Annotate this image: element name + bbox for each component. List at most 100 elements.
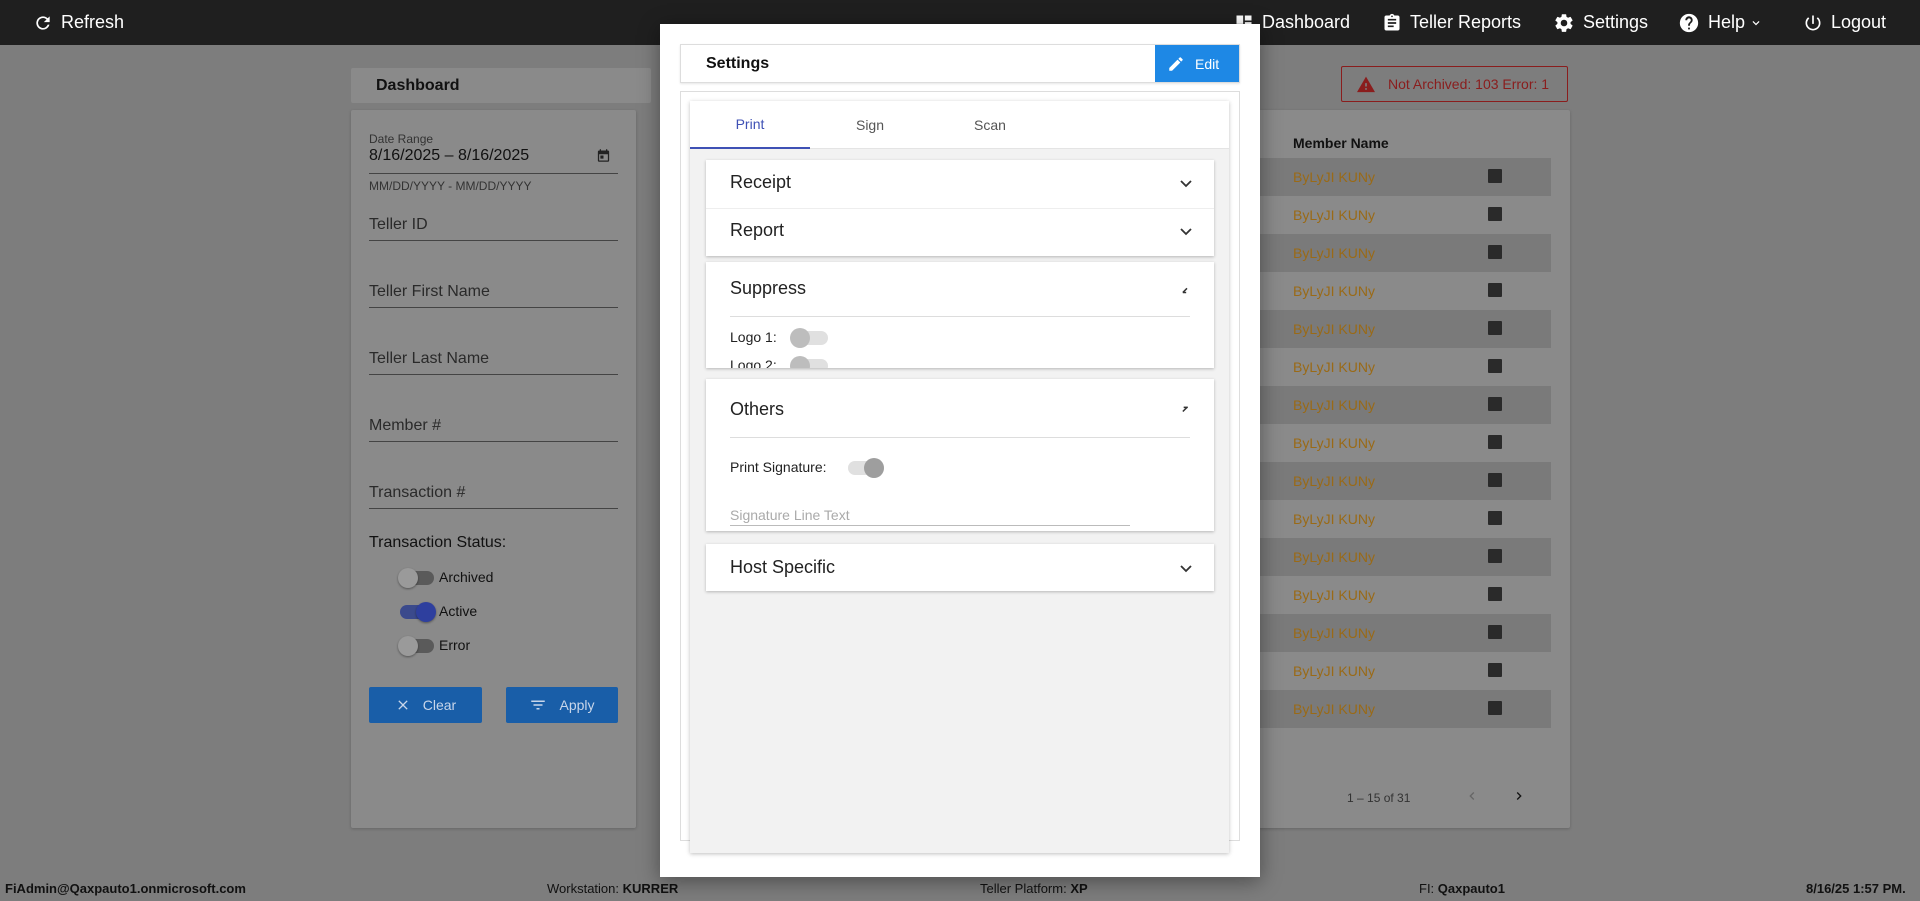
chevron-down-icon[interactable] — [1180, 565, 1192, 573]
logout-button[interactable]: Logout — [1803, 0, 1886, 45]
table-row[interactable]: ByLyJI KUNy — [1258, 196, 1551, 234]
calendar-icon[interactable] — [596, 148, 611, 163]
previous-page-icon[interactable] — [1464, 788, 1480, 804]
logo1-toggle[interactable] — [790, 328, 828, 348]
chevron-up-icon[interactable] — [1182, 405, 1192, 413]
note-icon[interactable] — [1488, 663, 1502, 677]
note-icon[interactable] — [1488, 169, 1502, 183]
workstation-label: Workstation: — [547, 881, 620, 896]
date-range-input[interactable]: 8/16/2025 – 8/16/2025 — [369, 147, 529, 165]
power-icon — [1805, 15, 1821, 30]
nav-settings[interactable]: Settings — [1553, 0, 1648, 45]
panel-divider — [706, 208, 1214, 209]
member-name-cell[interactable]: ByLyJI KUNy — [1293, 701, 1375, 717]
host-specific-header[interactable]: Host Specific — [730, 557, 835, 578]
suppress-header[interactable]: Suppress — [730, 278, 806, 299]
others-header[interactable]: Others — [730, 399, 784, 420]
table-row[interactable]: ByLyJI KUNy — [1258, 348, 1551, 386]
table-row[interactable]: ByLyJI KUNy — [1258, 424, 1551, 462]
table-row[interactable]: ByLyJI KUNy — [1258, 652, 1551, 690]
print-signature-toggle[interactable] — [848, 458, 884, 478]
note-icon[interactable] — [1488, 397, 1502, 411]
note-icon[interactable] — [1488, 283, 1502, 297]
table-row[interactable]: ByLyJI KUNy — [1258, 690, 1551, 728]
note-icon[interactable] — [1488, 473, 1502, 487]
chevron-up-icon[interactable] — [1182, 286, 1192, 294]
transaction-number-input[interactable]: Transaction # — [369, 484, 465, 502]
note-icon[interactable] — [1488, 245, 1502, 259]
note-icon[interactable] — [1488, 549, 1502, 563]
close-icon — [398, 700, 408, 710]
note-icon[interactable] — [1488, 511, 1502, 525]
table-row[interactable]: ByLyJI KUNy — [1258, 500, 1551, 538]
signature-input-underline — [730, 525, 1130, 526]
table-row[interactable]: ByLyJI KUNy — [1258, 310, 1551, 348]
member-name-cell[interactable]: ByLyJI KUNy — [1293, 397, 1375, 413]
edit-label: Edit — [1195, 55, 1220, 72]
clear-button[interactable]: Clear — [369, 687, 482, 723]
teller-last-name-underline — [369, 374, 618, 375]
alert-text: Not Archived: 103 Error: 1 — [1388, 76, 1550, 92]
toggle-knob — [416, 602, 436, 622]
tab-sign[interactable]: Sign — [810, 101, 930, 149]
table-row[interactable]: ByLyJI KUNy — [1258, 234, 1551, 272]
next-page-icon[interactable] — [1511, 788, 1527, 804]
table-row[interactable]: ByLyJI KUNy — [1258, 614, 1551, 652]
note-icon[interactable] — [1488, 701, 1502, 715]
member-name-cell[interactable]: ByLyJI KUNy — [1293, 587, 1375, 603]
teller-id-input[interactable]: Teller ID — [369, 216, 428, 234]
clear-label: Clear — [422, 697, 457, 713]
settings-modal: Settings Edit Print Sign Scan Receipt Re… — [660, 24, 1260, 877]
nav-help[interactable]: Help — [1678, 0, 1771, 45]
active-label: Active — [439, 603, 478, 619]
note-icon[interactable] — [1488, 359, 1502, 373]
member-name-cell[interactable]: ByLyJI KUNy — [1293, 473, 1375, 489]
teller-last-name-input[interactable]: Teller Last Name — [369, 350, 489, 368]
error-label: Error — [439, 637, 471, 653]
edit-button[interactable]: Edit — [1155, 45, 1239, 82]
table-row[interactable]: ByLyJI KUNy — [1258, 386, 1551, 424]
note-icon[interactable] — [1488, 625, 1502, 639]
table-row[interactable]: ByLyJI KUNy — [1258, 576, 1551, 614]
member-name-cell[interactable]: ByLyJI KUNy — [1293, 359, 1375, 375]
member-name-cell[interactable]: ByLyJI KUNy — [1293, 663, 1375, 679]
member-name-cell[interactable]: ByLyJI KUNy — [1293, 321, 1375, 337]
chevron-down-icon[interactable] — [1180, 180, 1192, 188]
print-signature-label: Print Signature: — [730, 459, 827, 475]
footer-workstation: Workstation: KURRER — [547, 881, 678, 896]
tab-print[interactable]: Print — [690, 101, 810, 149]
note-icon[interactable] — [1488, 207, 1502, 221]
table-row[interactable]: ByLyJI KUNy — [1258, 538, 1551, 576]
refresh-button[interactable]: Refresh — [33, 0, 124, 45]
toggle-knob — [790, 328, 810, 348]
signature-line-text-input[interactable]: Signature Line Text — [730, 507, 850, 523]
nav-teller-reports[interactable]: Teller Reports — [1382, 0, 1521, 45]
active-toggle[interactable] — [400, 602, 436, 622]
teller-first-name-input[interactable]: Teller First Name — [369, 283, 490, 301]
toggle-knob — [790, 356, 810, 368]
member-name-cell[interactable]: ByLyJI KUNy — [1293, 511, 1375, 527]
member-name-cell[interactable]: ByLyJI KUNy — [1293, 435, 1375, 451]
dashboard-title: Dashboard — [351, 68, 651, 103]
table-row[interactable]: ByLyJI KUNy — [1258, 462, 1551, 500]
report-header[interactable]: Report — [730, 220, 784, 241]
note-icon[interactable] — [1488, 435, 1502, 449]
error-toggle[interactable] — [398, 636, 434, 656]
member-name-cell[interactable]: ByLyJI KUNy — [1293, 207, 1375, 223]
table-row[interactable]: ByLyJI KUNy — [1258, 158, 1551, 196]
tab-scan[interactable]: Scan — [930, 101, 1050, 149]
member-name-cell[interactable]: ByLyJI KUNy — [1293, 169, 1375, 185]
archived-toggle[interactable] — [398, 568, 434, 588]
member-number-input[interactable]: Member # — [369, 417, 441, 435]
note-icon[interactable] — [1488, 587, 1502, 601]
note-icon[interactable] — [1488, 321, 1502, 335]
chevron-down-icon[interactable] — [1180, 228, 1192, 236]
member-name-cell[interactable]: ByLyJI KUNy — [1293, 283, 1375, 299]
receipt-header[interactable]: Receipt — [730, 172, 791, 193]
table-row[interactable]: ByLyJI KUNy — [1258, 272, 1551, 310]
member-name-cell[interactable]: ByLyJI KUNy — [1293, 245, 1375, 261]
member-name-cell[interactable]: ByLyJI KUNy — [1293, 625, 1375, 641]
logo2-toggle[interactable] — [790, 356, 828, 368]
apply-button[interactable]: Apply — [506, 687, 618, 723]
member-name-cell[interactable]: ByLyJI KUNy — [1293, 549, 1375, 565]
